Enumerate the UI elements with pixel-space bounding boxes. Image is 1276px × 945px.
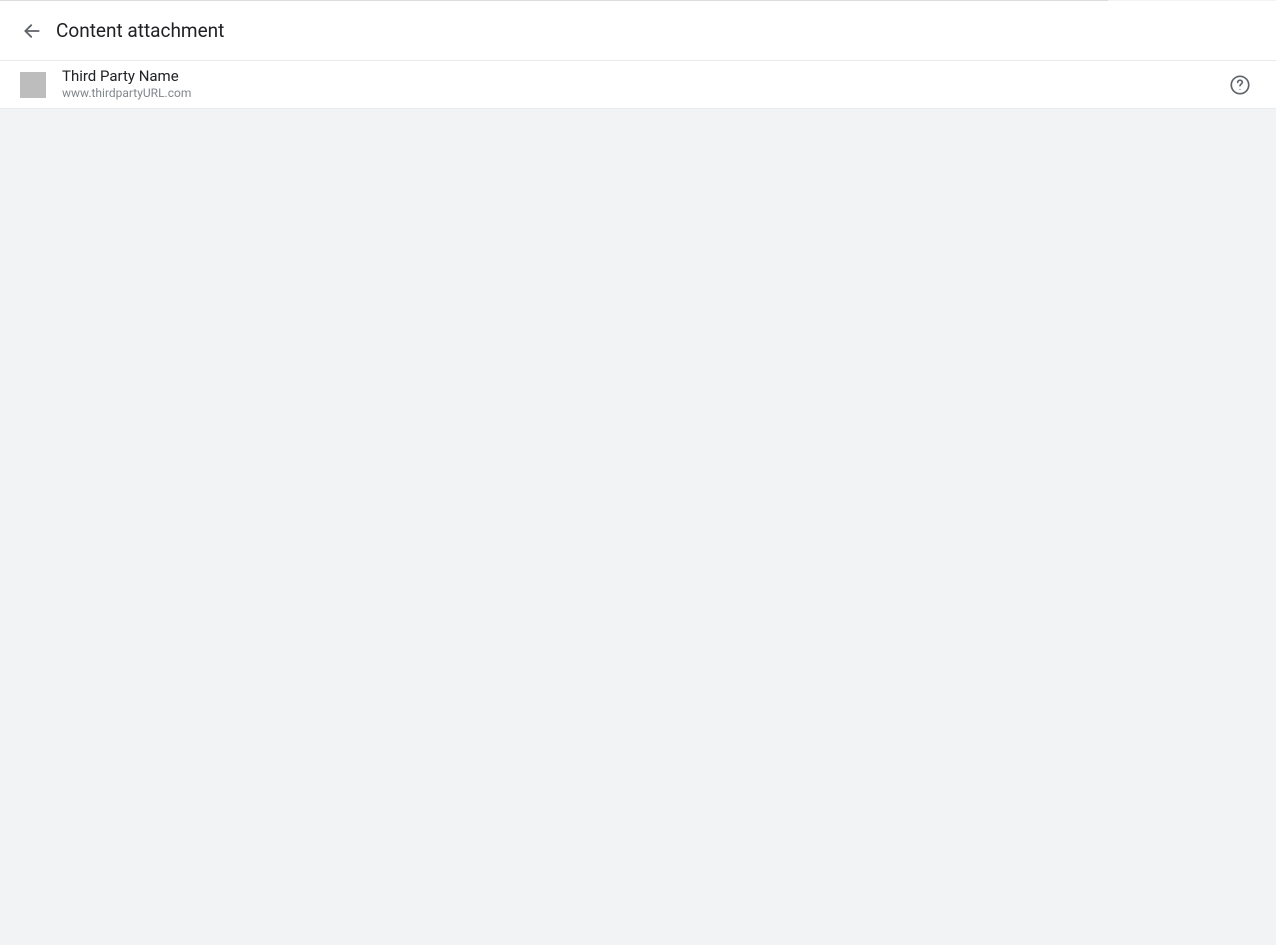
- page-header: Content attachment: [0, 1, 1276, 61]
- help-button[interactable]: [1228, 73, 1252, 97]
- third-party-logo-placeholder: [20, 72, 46, 98]
- third-party-name: Third Party Name: [62, 67, 1228, 86]
- back-button[interactable]: [20, 19, 44, 43]
- third-party-info: Third Party Name www.thirdpartyURL.com: [62, 67, 1228, 101]
- third-party-url: www.thirdpartyURL.com: [62, 86, 1228, 102]
- page-title: Content attachment: [56, 19, 224, 42]
- third-party-bar: Third Party Name www.thirdpartyURL.com: [0, 61, 1276, 109]
- arrow-left-icon: [22, 21, 42, 41]
- help-icon: [1229, 74, 1251, 96]
